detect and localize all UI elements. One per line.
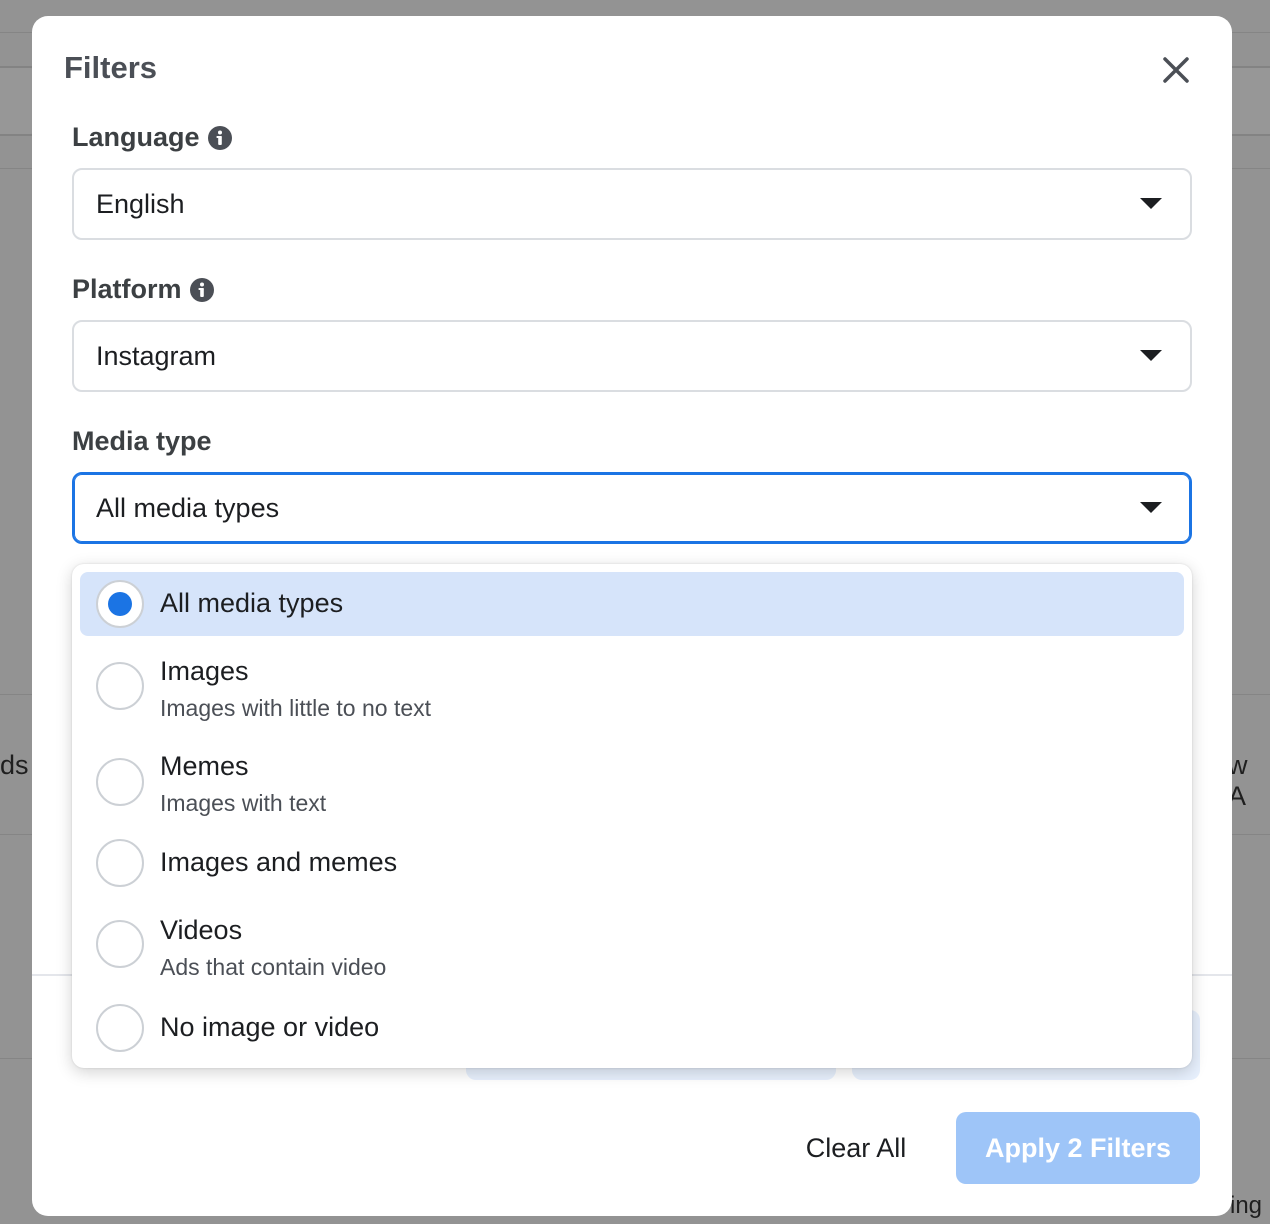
media-option-all[interactable]: All media types [80,572,1184,636]
radio-button[interactable] [96,1004,144,1052]
media-option-images[interactable]: Images Images with little to no text [80,648,1184,732]
option-description: Images with text [160,790,327,816]
media-type-select[interactable]: All media types [72,472,1192,544]
option-title: Videos [160,915,243,945]
radio-selected-dot [108,592,132,616]
modal-title: Filters [64,50,158,85]
chevron-down-icon [1140,350,1162,361]
media-type-dropdown: All media types Images Images with littl… [72,564,1192,1068]
media-option-no-image-or-video[interactable]: No image or video [80,996,1184,1060]
language-label: Language [72,122,200,152]
option-description: Images with little to no text [160,695,432,721]
option-description: Ads that contain video [160,954,387,980]
option-title: Memes [160,751,249,781]
media-option-images-and-memes[interactable]: Images and memes [80,834,1184,892]
media-type-label-row: Media type [72,426,212,457]
platform-select[interactable]: Instagram [72,320,1192,392]
platform-label: Platform [72,274,182,304]
media-type-label: Media type [72,426,212,456]
close-button[interactable] [1158,52,1194,88]
option-title: Images and memes [160,847,398,877]
language-label-row: Language [72,122,232,153]
radio-button[interactable] [96,662,144,710]
language-select[interactable]: English [72,168,1192,240]
radio-button[interactable] [96,839,144,887]
background-text-left: ds [0,750,29,780]
platform-select-value: Instagram [96,340,217,371]
radio-button[interactable] [96,758,144,806]
chevron-down-icon [1140,502,1162,513]
option-title: Images [160,656,249,686]
media-type-select-value: All media types [96,492,280,523]
close-icon [1163,57,1189,83]
background-text-right: w A [1228,750,1248,811]
option-title: All media types [160,588,344,618]
info-icon[interactable] [189,277,214,302]
language-select-value: English [96,188,185,219]
clear-all-button[interactable]: Clear All [784,1112,928,1184]
background-text-bottom-right: ing [1230,1192,1263,1219]
platform-label-row: Platform [72,274,214,305]
option-title: No image or video [160,1012,380,1042]
apply-filters-button[interactable]: Apply 2 Filters [956,1112,1200,1184]
radio-button[interactable] [96,580,144,628]
media-option-videos[interactable]: Videos Ads that contain video [80,904,1184,988]
chevron-down-icon [1140,198,1162,209]
media-option-memes[interactable]: Memes Images with text [80,744,1184,828]
radio-button[interactable] [96,920,144,968]
info-icon[interactable] [207,125,232,150]
